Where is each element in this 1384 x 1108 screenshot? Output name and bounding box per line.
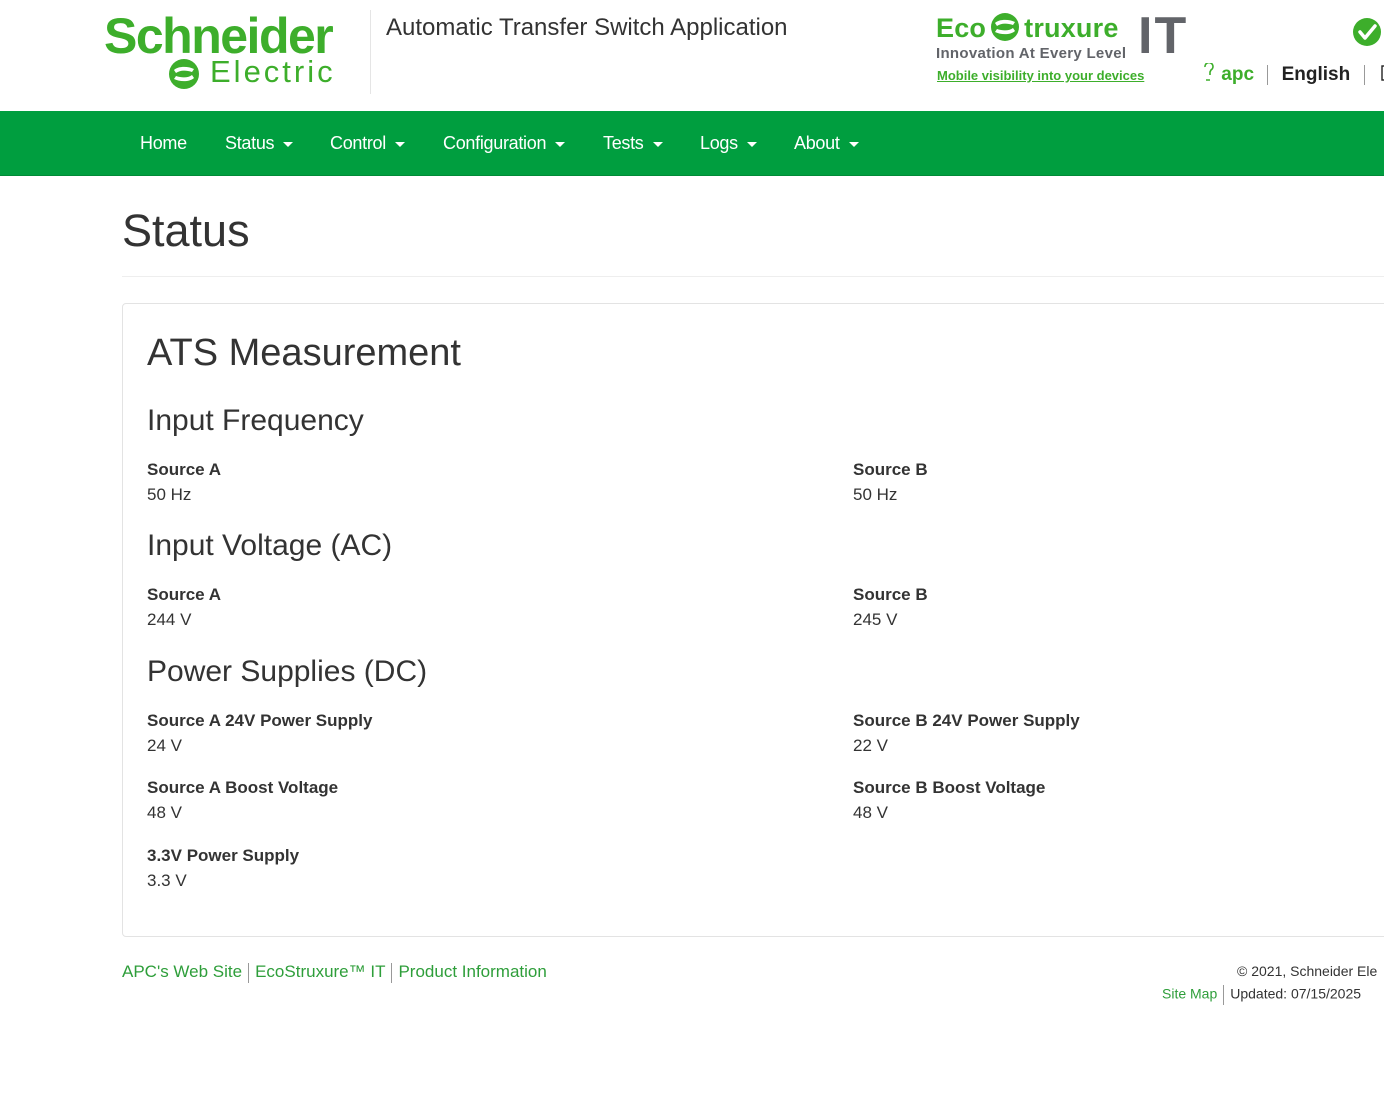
field-label: 3.3V Power Supply: [147, 846, 300, 865]
footer-divider: [248, 962, 250, 983]
ecostruxure-it-label: IT: [1138, 7, 1189, 65]
username: apc: [1221, 64, 1255, 85]
field-source-b-24v: Source B 24V Power Supply 22 V: [853, 709, 1080, 759]
user-bar-divider: [1363, 64, 1365, 85]
section-title-input-frequency: Input Frequency: [147, 404, 364, 437]
nav-about-label: About: [794, 133, 840, 153]
eco-word-left: Eco: [936, 13, 987, 43]
field-source-a-24v: Source A 24V Power Supply 24 V: [147, 709, 372, 759]
field-source-a-boost: Source A Boost Voltage 48 V: [147, 776, 338, 826]
field-value: 24 V: [147, 736, 182, 755]
chevron-down-icon: [283, 141, 294, 147]
nav-status-label: Status: [225, 133, 275, 153]
ecostruxure-it-logo: Eco truxure Innovation At Every Level IT …: [936, 7, 1196, 90]
panel-title: ATS Measurement: [147, 332, 461, 374]
field-value: 244 V: [147, 610, 192, 629]
language-selector[interactable]: English: [1282, 64, 1351, 86]
title-divider: [122, 276, 1384, 277]
field-frequency-source-a: Source A 50 Hz: [147, 458, 221, 508]
nav-logs[interactable]: Logs: [700, 111, 757, 175]
field-label: Source B Boost Voltage: [853, 778, 1046, 797]
section-title-input-voltage: Input Voltage (AC): [147, 529, 393, 562]
nav-tests-label: Tests: [603, 133, 644, 153]
footer-links: APC's Web Site EcoStruxure™ IT Product Inf…: [122, 962, 547, 983]
field-value: 50 Hz: [853, 485, 898, 504]
ecostruxure-wordmark: Eco truxure: [936, 12, 1119, 44]
product-information-link[interactable]: Product Information: [398, 962, 546, 981]
field-label: Source A: [147, 460, 222, 479]
schneider-mark-icon: [169, 59, 199, 89]
logo-wordmark-bottom: Electric: [210, 54, 336, 89]
nav-status[interactable]: Status: [225, 111, 294, 175]
ecostruxure-it-link[interactable]: EcoStruxure™ IT: [255, 962, 385, 981]
chevron-down-icon: [555, 141, 566, 147]
app-title: Automatic Transfer Switch Application: [386, 14, 788, 41]
section-title-power-supplies: Power Supplies (DC): [147, 655, 428, 688]
updated-date: Updated: 07/15/2025: [1230, 985, 1362, 1002]
logout-icon: [1381, 64, 1384, 81]
copyright: © 2021, Schneider Ele: [1237, 963, 1378, 979]
nav-configuration-label: Configuration: [443, 133, 547, 153]
user-bar-divider: [1267, 64, 1269, 85]
field-voltage-source-b: Source B 245 V: [853, 583, 928, 633]
field-label: Source A: [147, 585, 222, 604]
field-value: 50 Hz: [147, 485, 192, 504]
field-value: 245 V: [853, 610, 898, 629]
header-divider: [370, 10, 371, 94]
nav-control-label: Control: [330, 133, 386, 153]
apc-website-link[interactable]: APC's Web Site: [122, 962, 242, 981]
field-label: Source B 24V Power Supply: [853, 711, 1080, 730]
nav-tests[interactable]: Tests: [603, 111, 663, 175]
status-ok-check-icon[interactable]: [1352, 17, 1382, 47]
ats-measurement-panel: ATS Measurement Input Frequency Source A…: [122, 303, 1384, 937]
field-label: Source B: [853, 460, 928, 479]
field-voltage-source-a: Source A 244 V: [147, 583, 221, 633]
field-frequency-source-b: Source B 50 Hz: [853, 458, 928, 508]
site-map-link[interactable]: Site Map: [1162, 986, 1217, 1002]
footer-divider: [391, 962, 393, 983]
field-value: 22 V: [853, 736, 888, 755]
schneider-electric-logo[interactable]: Schneider Electric: [104, 8, 354, 92]
main-navigation: Home Status Control Configuration Tests …: [0, 111, 1384, 176]
nav-control[interactable]: Control: [330, 111, 405, 175]
field-value: 3.3 V: [147, 871, 187, 890]
field-3v3-supply: 3.3V Power Supply 3.3 V: [147, 844, 299, 894]
eco-word-right: truxure: [1024, 13, 1119, 43]
ecostruxure-mark-icon: [991, 13, 1020, 41]
chevron-down-icon: [652, 141, 663, 147]
ecostruxure-tagline: Innovation At Every Level: [936, 45, 1127, 62]
field-label: Source A Boost Voltage: [147, 778, 339, 797]
mobile-visibility-link[interactable]: Mobile visibility into your devices: [937, 68, 1144, 83]
logout-button[interactable]: Lo: [1378, 64, 1384, 86]
footer-meta: Site Map Updated: 07/15/2025: [1162, 985, 1361, 1005]
footer-divider: [1223, 985, 1225, 1005]
user-bar: apc English Lo: [1200, 61, 1384, 87]
chevron-down-icon: [848, 141, 859, 147]
field-label: Source B: [853, 585, 928, 604]
nav-about[interactable]: About: [794, 111, 859, 175]
nav-home-label: Home: [140, 133, 187, 153]
user-icon: [1204, 61, 1214, 81]
chevron-down-icon: [746, 141, 757, 147]
page-header: Schneider Electric Automatic Transfer Sw…: [0, 0, 1384, 111]
field-source-b-boost: Source B Boost Voltage 48 V: [853, 776, 1045, 826]
field-value: 48 V: [853, 803, 888, 822]
user-menu[interactable]: apc: [1200, 61, 1255, 86]
nav-logs-label: Logs: [700, 133, 738, 153]
field-value: 48 V: [147, 803, 182, 822]
page-title: Status: [122, 205, 250, 256]
nav-home[interactable]: Home: [140, 111, 187, 175]
field-label: Source A 24V Power Supply: [147, 711, 373, 730]
nav-configuration[interactable]: Configuration: [443, 111, 566, 175]
chevron-down-icon: [394, 141, 405, 147]
